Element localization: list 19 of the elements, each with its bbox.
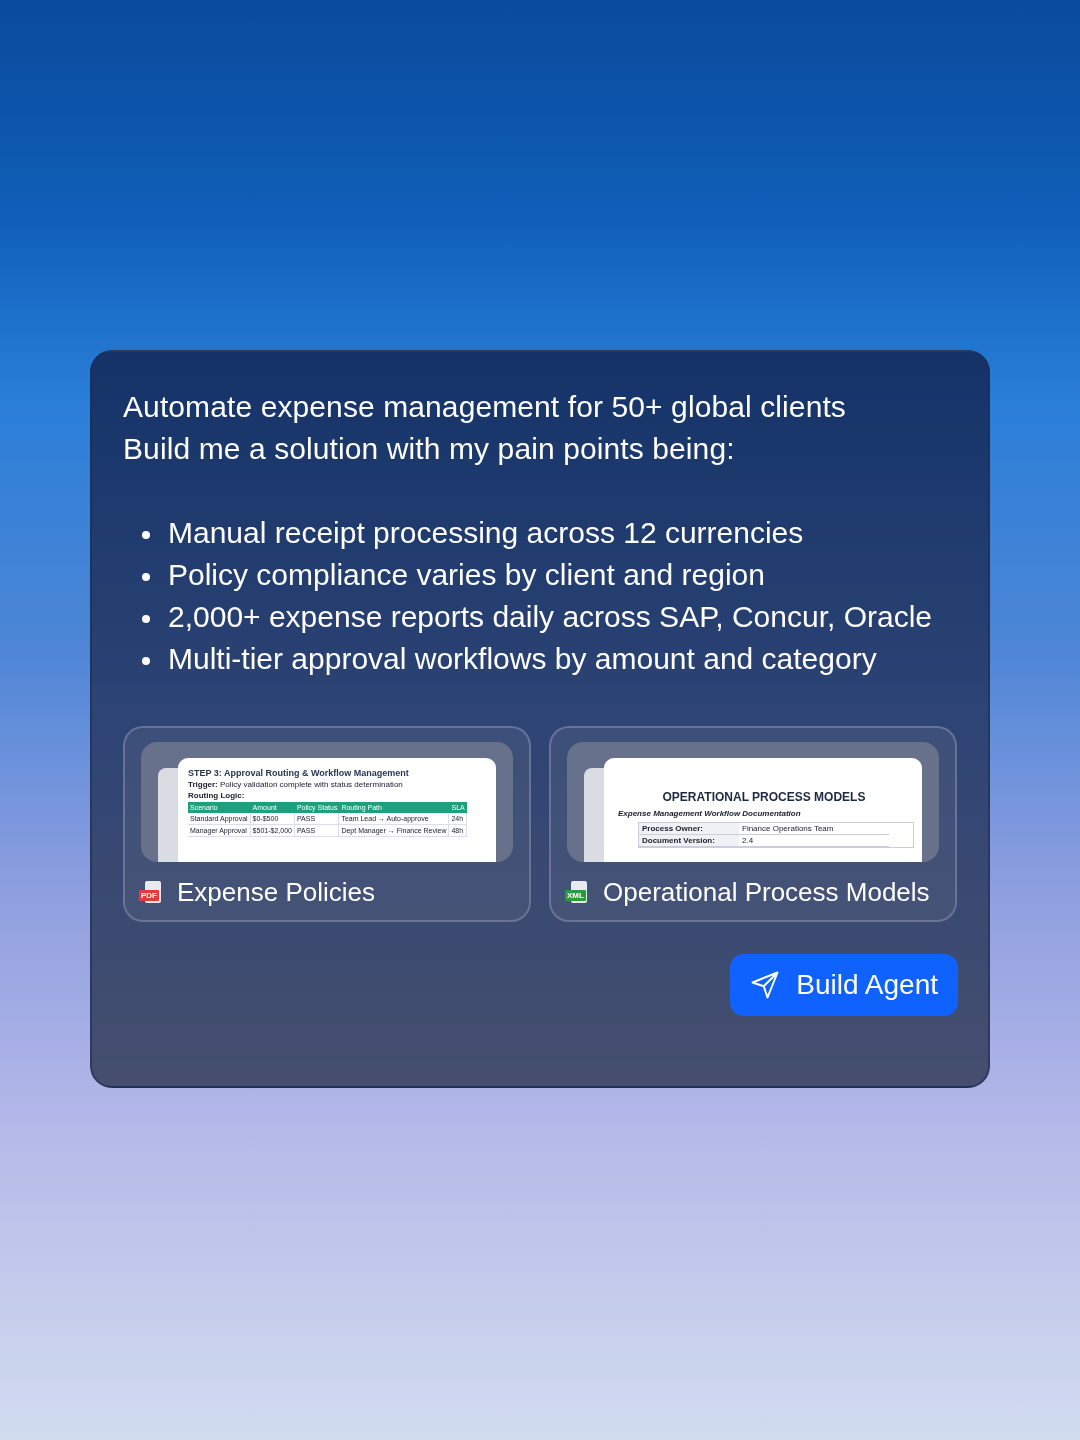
table-cell: Document Version:: [639, 835, 739, 847]
prompt-text: Automate expense management for 50+ global clients: [123, 389, 847, 425]
build-agent-button[interactable]: Build Agent: [730, 954, 958, 1016]
document-subtitle: Expense Management Workflow Documentation: [618, 809, 802, 818]
bullet-text: Manual receipt processing across 12 currencies: [168, 515, 805, 551]
prompt-text: Build me a solution with my pain points being:: [123, 431, 736, 467]
bullet-text: Multi-tier approval workflows by amount and category: [168, 641, 878, 677]
document-title: OPERATIONAL PROCESS MODELS: [661, 790, 867, 804]
bullet-text: Policy compliance varies by client and region: [168, 557, 766, 593]
file-name: Operational Process Models: [603, 877, 930, 908]
document-heading: STEP 3: Approval Routing & Workflow Management: [188, 768, 410, 778]
document-text: Trigger: Policy validation complete with status determination: [188, 780, 404, 789]
attachment-card[interactable]: OPERATIONAL PROCESS MODELS Expense Management Workflow Documentation Process Owner: Finance Operations Team Document Version: 2.4 XML Operational Process Models: [549, 726, 957, 922]
document-text: Routing Logic:: [188, 791, 246, 800]
table-cell: 2.4: [739, 835, 889, 847]
bullet-text: 2,000+ expense reports daily across SAP, Concur, Oracle: [168, 599, 934, 635]
file-name: Expense Policies: [177, 877, 375, 908]
table-cell: Finance Operations Team: [739, 823, 889, 835]
table-cell: Process Owner:: [639, 823, 739, 835]
